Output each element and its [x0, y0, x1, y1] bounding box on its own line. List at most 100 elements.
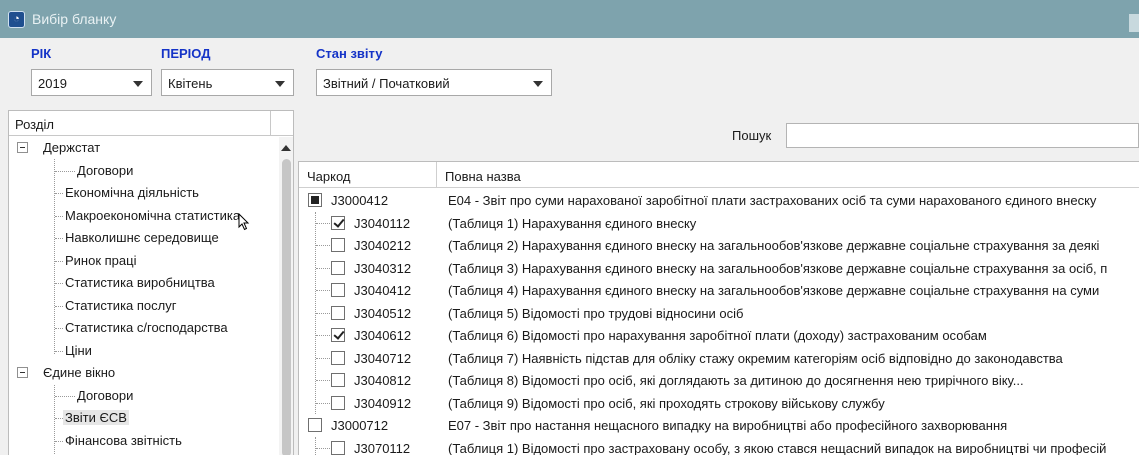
table-row[interactable]: J3040812 (Таблиця 8) Відомості про осіб,…	[299, 369, 1139, 392]
tree-line	[55, 283, 63, 284]
row-name: (Таблиця 2) Нарахування єдиного внеску н…	[448, 238, 1100, 253]
status-label: Стан звіту	[316, 46, 383, 61]
row-code: J3040612	[354, 328, 412, 343]
tree-line	[316, 245, 330, 246]
tree-line	[55, 395, 75, 397]
row-name: (Таблиця 4) Нарахування єдиного внеску н…	[448, 283, 1100, 298]
tree-line	[55, 440, 63, 442]
row-code: J3040112	[354, 215, 411, 231]
search-input[interactable]	[786, 123, 1139, 148]
tree-header-corner	[271, 111, 293, 136]
tree-header-label: Розділ	[15, 117, 54, 132]
table-row[interactable]: J3040612 (Таблиця 6) Відомості про нарах…	[299, 324, 1139, 347]
row-code: J3040512	[354, 305, 412, 321]
tree-item-single-window[interactable]: Єдине вікно	[9, 362, 271, 384]
table-row[interactable]: J3040112 (Таблиця 1) Нарахування єдиного…	[299, 212, 1139, 235]
tree-item-prices[interactable]: Ціни	[9, 340, 271, 362]
status-select[interactable]: Звітний / Початковий	[316, 69, 552, 96]
tree-item-label: Ціни	[65, 342, 92, 358]
row-checkbox[interactable]	[331, 215, 345, 230]
table-row[interactable]: J3040312 (Таблиця 3) Нарахування єдиного…	[299, 257, 1139, 280]
year-select[interactable]: 2019	[31, 69, 152, 96]
tree-line	[55, 238, 63, 239]
row-code: J3040312	[354, 260, 412, 276]
chevron-down-icon	[533, 81, 543, 87]
table-row[interactable]: J3040912 (Таблиця 9) Відомості про осіб,…	[299, 392, 1139, 415]
tree-item-label: Фінансова звітність	[65, 432, 182, 448]
tree-line	[316, 335, 330, 336]
tree-item-environment[interactable]: Навколишнє середовище	[9, 227, 271, 249]
tree-line	[316, 447, 330, 449]
tree-item-agriculture[interactable]: Статистика с/господарства	[9, 317, 271, 339]
row-name: (Таблиця 6) Відомості про нарахування за…	[448, 328, 987, 343]
tree-item-label: Ринок праці	[65, 252, 137, 268]
row-checkbox[interactable]	[331, 440, 345, 455]
tree-item-label: Єдине вікно	[43, 365, 116, 380]
search-label: Пошук	[732, 128, 772, 143]
scrollbar-thumb[interactable]	[282, 159, 291, 455]
row-name: (Таблиця 1) Нарахування єдиного внеску	[448, 215, 697, 231]
row-checkbox[interactable]	[331, 395, 345, 410]
period-label: ПЕРІОД	[161, 46, 211, 61]
tree-line	[55, 328, 63, 329]
row-checkbox[interactable]	[331, 238, 345, 252]
row-code: J3000412	[331, 193, 389, 208]
tree-item-label: Звіти ЄСВ	[63, 410, 129, 425]
tree-line	[316, 357, 330, 359]
table-row[interactable]: J3040712 (Таблиця 7) Наявність підстав д…	[299, 347, 1139, 370]
table-row[interactable]: J3070112 (Таблиця 1) Відомості про застр…	[299, 437, 1139, 455]
tree-item-macro[interactable]: Макроекономічна статистика	[9, 205, 271, 227]
tree-item-esv-reports[interactable]: Звіти ЄСВ	[9, 407, 271, 429]
row-checkbox[interactable]	[331, 350, 345, 365]
row-checkbox[interactable]	[308, 418, 322, 432]
tree-item-services[interactable]: Статистика послуг	[9, 295, 271, 317]
tree-header[interactable]: Розділ	[9, 111, 271, 136]
row-checkbox[interactable]	[331, 305, 345, 320]
scroll-up-icon[interactable]	[281, 145, 291, 151]
tree-item-dogovory-2[interactable]: Договори	[9, 385, 271, 407]
app-icon: ◔	[8, 11, 25, 28]
period-select[interactable]: Квітень	[161, 69, 294, 96]
row-checkbox[interactable]	[331, 283, 345, 297]
row-name: (Таблиця 5) Відомості про трудові віднос…	[448, 305, 744, 321]
collapse-icon[interactable]	[17, 367, 28, 378]
tree-line	[55, 215, 63, 217]
tree-item-dogovory[interactable]: Договори	[9, 160, 271, 182]
tree-item-derzhstat[interactable]: Держстат	[9, 137, 271, 159]
tree-scrollbar[interactable]	[279, 137, 293, 455]
column-header-code[interactable]: Чаркод	[307, 169, 351, 184]
table-row[interactable]: J3040512 (Таблиця 5) Відомості про трудо…	[299, 302, 1139, 325]
row-checkbox[interactable]	[331, 328, 345, 342]
row-name: Е07 - Звіт про настання нещасного випадк…	[448, 418, 1008, 433]
table-row[interactable]: J3000412 Е04 - Звіт про суми нарахованої…	[299, 189, 1139, 212]
tree-line	[55, 418, 63, 419]
column-header-name[interactable]: Повна назва	[445, 169, 521, 184]
tree-item-label: Статистика с/господарства	[65, 320, 228, 335]
year-label: РІК	[31, 46, 52, 61]
tree-item-label: Макроекономічна статистика	[65, 207, 241, 223]
window-title: Вибір бланку	[32, 11, 117, 27]
row-checkbox[interactable]	[308, 193, 322, 207]
table-row[interactable]: J3040212 (Таблиця 2) Нарахування єдиного…	[299, 234, 1139, 257]
tree-item-label: Договори	[77, 387, 134, 403]
tree-item-production[interactable]: Статистика виробництва	[9, 272, 271, 294]
table-row[interactable]: J3000712 Е07 - Звіт про настання нещасно…	[299, 414, 1139, 437]
close-button[interactable]	[1129, 14, 1139, 32]
tree-item-financial[interactable]: Фінансова звітність	[9, 430, 271, 452]
row-name: Е04 - Звіт про суми нарахованої заробітн…	[448, 193, 1097, 208]
forms-grid: Чаркод Повна назва J3000412 Е04 - Звіт п…	[298, 161, 1139, 455]
tree-line	[316, 312, 330, 314]
status-value: Звітний / Початковий	[323, 76, 450, 91]
row-name: (Таблиця 3) Нарахування єдиного внеску н…	[448, 260, 1108, 276]
collapse-icon[interactable]	[17, 142, 28, 153]
row-name: (Таблиця 8) Відомості про осіб, які догл…	[448, 373, 1024, 388]
tree-item-labor-market[interactable]: Ринок праці	[9, 250, 271, 272]
tree-item-economic[interactable]: Економічна діяльність	[9, 182, 271, 204]
grid-header: Чаркод Повна назва	[299, 162, 1139, 188]
row-checkbox[interactable]	[331, 373, 345, 387]
tree-line	[316, 267, 330, 269]
row-checkbox[interactable]	[331, 260, 345, 275]
table-row[interactable]: J3040412 (Таблиця 4) Нарахування єдиного…	[299, 279, 1139, 302]
column-separator[interactable]	[436, 162, 437, 188]
row-code: J3070112	[354, 440, 411, 455]
